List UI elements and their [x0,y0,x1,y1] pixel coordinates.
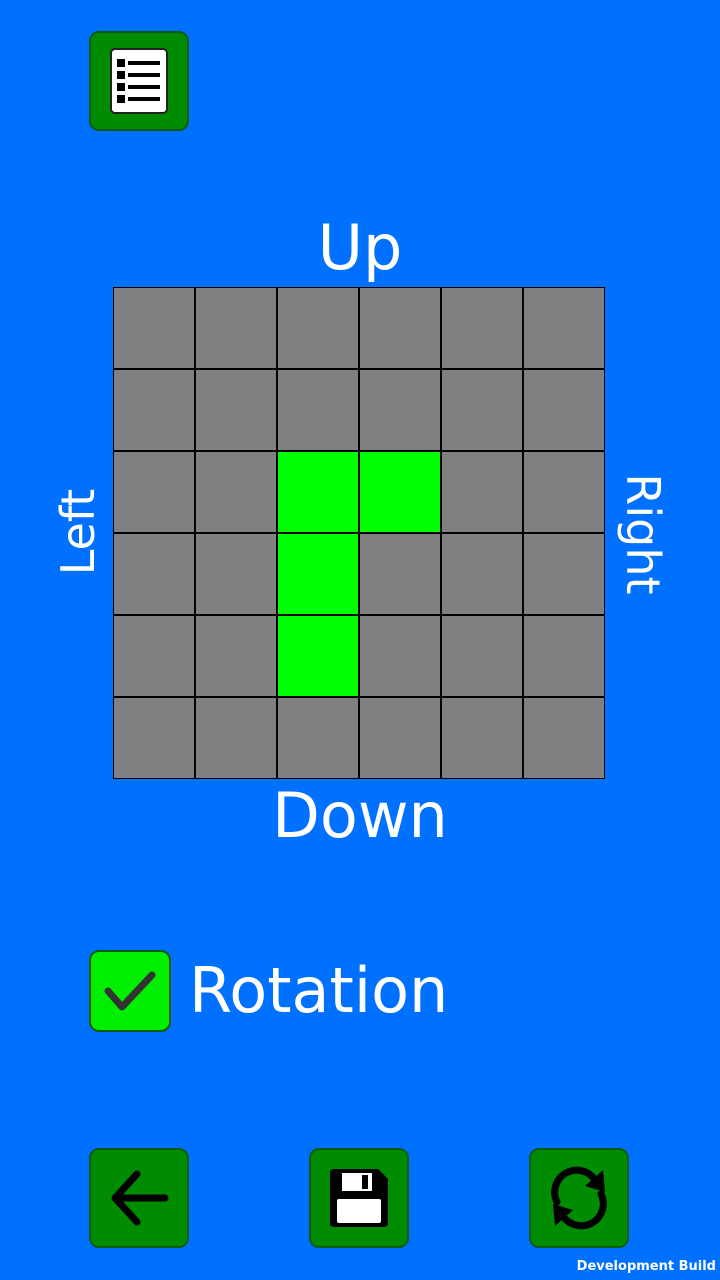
refresh-icon [551,1166,607,1230]
list-icon [110,48,168,114]
grid-cell[interactable] [524,288,604,368]
grid-cell[interactable] [196,534,276,614]
grid-cell[interactable] [360,452,440,532]
grid-cell[interactable] [360,370,440,450]
menu-button[interactable] [89,31,189,131]
checkmark-icon [104,971,156,1011]
grid-cell[interactable] [114,452,194,532]
grid-cell[interactable] [114,616,194,696]
grid-cell[interactable] [278,698,358,778]
arrow-left-icon [111,1170,169,1226]
grid-cell[interactable] [524,698,604,778]
grid-cell[interactable] [196,370,276,450]
grid-cell[interactable] [524,534,604,614]
grid-cell[interactable] [196,288,276,368]
grid-cell[interactable] [442,452,522,532]
rotation-checkbox[interactable] [89,950,171,1032]
grid-cell[interactable] [196,698,276,778]
grid-cell[interactable] [278,452,358,532]
development-build-label: Development Build [576,1259,716,1274]
refresh-button[interactable] [529,1148,629,1248]
grid-cell[interactable] [278,288,358,368]
rotation-label: Rotation [189,954,449,1027]
grid-cell[interactable] [524,452,604,532]
grid-cell[interactable] [360,616,440,696]
grid-cell[interactable] [360,288,440,368]
grid-cell[interactable] [278,370,358,450]
direction-label-left: Left [51,488,105,576]
direction-label-right: Right [616,473,670,595]
save-button[interactable] [309,1148,409,1248]
grid-cell[interactable] [196,616,276,696]
grid-cell[interactable] [442,534,522,614]
shape-grid [113,287,605,779]
grid-cell[interactable] [114,698,194,778]
direction-label-down: Down [272,779,448,852]
back-button[interactable] [89,1148,189,1248]
grid-cell[interactable] [360,698,440,778]
floppy-disk-icon [330,1169,388,1227]
grid-cell[interactable] [442,616,522,696]
grid-cell[interactable] [442,288,522,368]
grid-cell[interactable] [360,534,440,614]
grid-cell[interactable] [442,370,522,450]
grid-cell[interactable] [114,370,194,450]
grid-cell[interactable] [442,698,522,778]
grid-cell[interactable] [524,370,604,450]
direction-label-up: Up [317,211,403,284]
grid-cell[interactable] [196,452,276,532]
grid-cell[interactable] [114,288,194,368]
grid-cell[interactable] [278,534,358,614]
grid-cell[interactable] [114,534,194,614]
grid-cell[interactable] [524,616,604,696]
grid-cell[interactable] [278,616,358,696]
